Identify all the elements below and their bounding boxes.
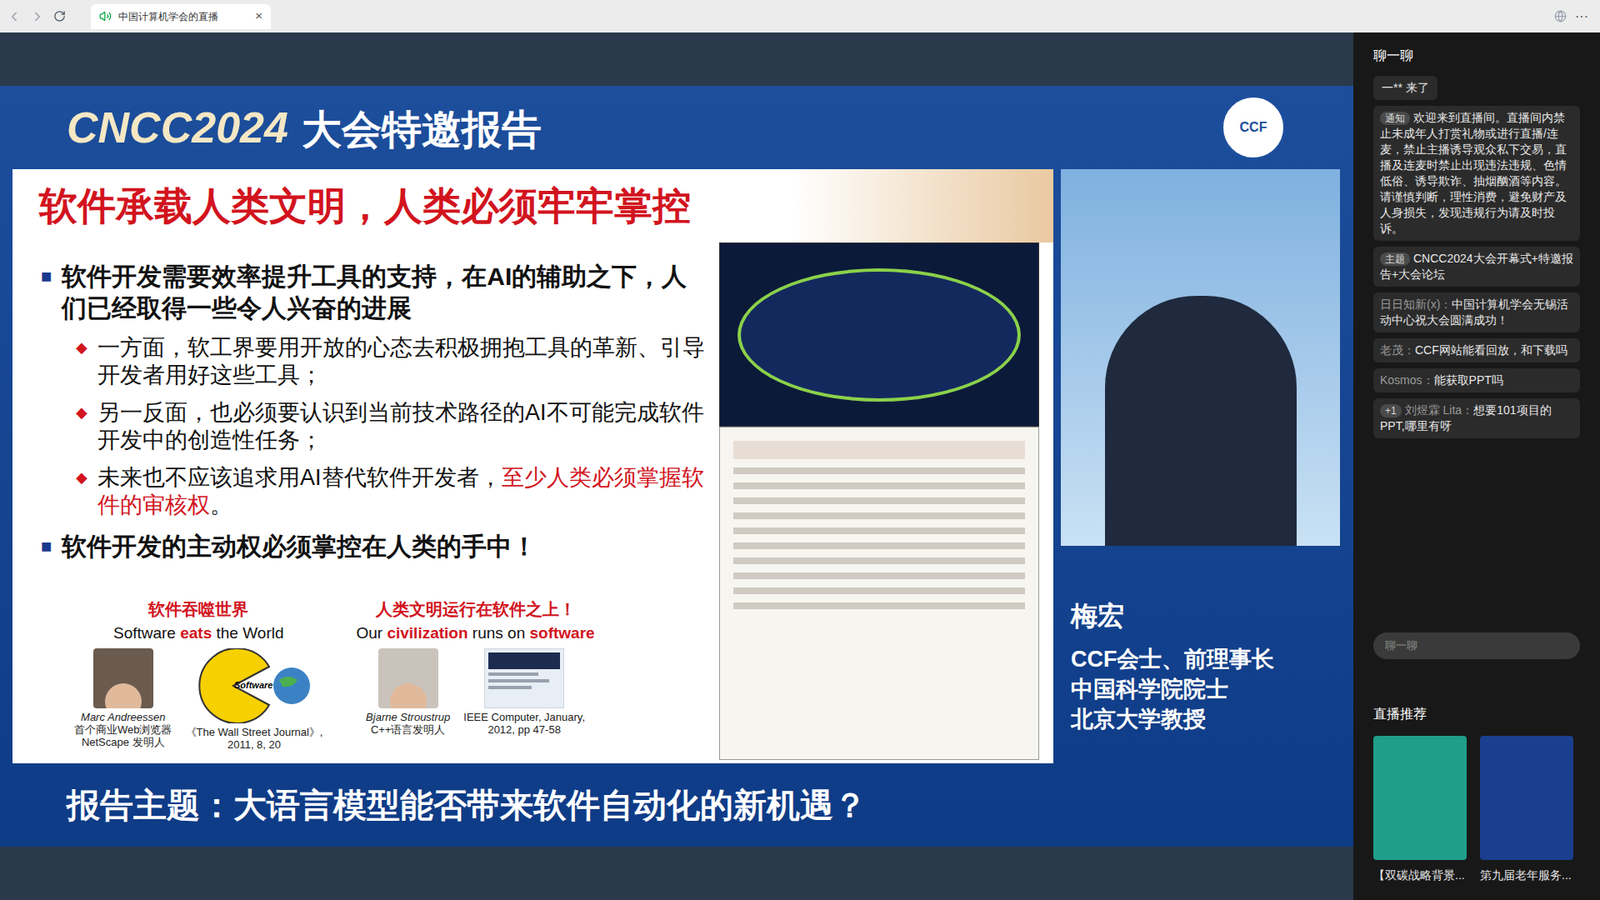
live-video[interactable]: CNCC2024大会特邀报告 CCF 软件承载人类文明，人类必须牢牢掌控 ■软件开发需… [0,32,1354,900]
slide-title: 软件承载人类文明，人类必须牢牢掌控 [39,177,691,235]
quote-figure: Bjarne StroustrupC++语言发明人 [365,648,450,737]
speaker-video [1060,169,1340,546]
quote-figure: Software《The Wall Street Journal》,2011, … [185,648,324,752]
slide-sub-bullet: ◆未来也不应该追求用AI替代软件开发者，至少人类必须掌握软件的审核权。 [40,464,706,520]
slide-sub-bullet: ◆一方面，软工界要用开放的心态去积极拥抱工具的革新、引导开发者用好这些工具； [40,334,706,390]
journal-cover [484,648,565,709]
portrait-photo [93,648,154,709]
quote-figure: Marc Andreessen首个商业Web浏览器NetScape 发明人 [74,648,173,750]
slide-sub-bullet: ◆另一反面，也必须要认识到当前技术路径的AI不可能完成软件开发中的创造性任务； [40,399,706,455]
tab-close[interactable]: × [255,6,263,26]
chat-enter: 一** 来了 [1373,75,1438,100]
reload-icon[interactable] [53,10,66,23]
globe-icon[interactable] [1554,10,1567,23]
portrait-photo [378,648,439,709]
back-icon[interactable] [6,9,22,25]
chat-notice: 主题CNCC2024大会开幕式+特邀报告+大会论坛 [1373,246,1580,287]
browser-tab[interactable]: 中国计算机学会的直播× [90,4,271,30]
chat-message: 老茂：CCF网站能看回放，和下载吗 [1373,338,1580,363]
slide-bullet: ■软件开发的主动权必须掌控在人类的手中！ [40,530,706,563]
forward-icon[interactable] [30,9,45,25]
app: 中国计算机学会的直播× ··· CNCC2024大会特邀报告 CCF 软件承载人类文明，… [0,0,1600,900]
quote-group: 人类文明运行在软件之上！Our civilization runs on sof… [355,596,595,752]
article-image [719,426,1040,760]
chat-notice: 通知欢迎来到直播间。直播间内禁止未成年人打赏礼物或进行直播/连麦，禁止主播诱导观… [1373,105,1580,241]
diagram-image [719,242,1040,427]
recommend-title: 直播推荐 [1373,704,1580,725]
speaker-card: 梅宏CCF会士、前理事长中国科学院院士北京大学教授 [1060,545,1340,764]
browser-bar: 中国计算机学会的直播× ··· [0,0,1600,33]
chat-title: 聊一聊 [1373,45,1580,66]
recommend-card[interactable]: 【双碳战略背景... [1373,735,1467,885]
event-title: 大会特邀报告 [301,100,542,160]
chat-sidebar: 聊一聊一** 来了通知欢迎来到直播间。直播间内禁止未成年人打赏礼物或进行直播/连… [1353,32,1600,900]
slide: 软件承载人类文明，人类必须牢牢掌控 ■软件开发需要效率提升工具的支持，在AI的辅助… [12,169,1054,764]
browser-menu[interactable]: ··· [1575,6,1589,27]
slide-bullet: ■软件开发需要效率提升工具的支持，在AI的辅助之下，人们已经取得一些令人兴奋的进… [40,260,706,520]
recommend-card[interactable]: 第九届老年服务... [1480,735,1574,885]
chat-list: 一** 来了通知欢迎来到直播间。直播间内禁止未成年人打赏礼物或进行直播/连麦，禁… [1373,75,1580,633]
event-brand: CNCC2024 [66,95,289,160]
chat-message: 日日知新(x)：中国计算机学会无锡活动中心祝大会圆满成功！ [1373,292,1580,333]
chat-message: +1刘煜霖 Lita：想要101项目的PPT,哪里有呀 [1373,398,1580,439]
report-topic: 报告主题：大语言模型能否带来软件自动化的新机遇？ [66,780,867,830]
ccf-logo: CCF [1220,94,1287,161]
quote-group: 软件吞噬世界Software eats the WorldMarc Andree… [74,596,323,752]
quote-figure: IEEE Computer, January,2012, pp 47-58 [463,648,585,737]
audio-icon [99,10,112,23]
chat-input[interactable]: 聊一聊 [1373,632,1580,660]
chat-message: Kosmos：能获取PPT吗 [1373,368,1580,393]
